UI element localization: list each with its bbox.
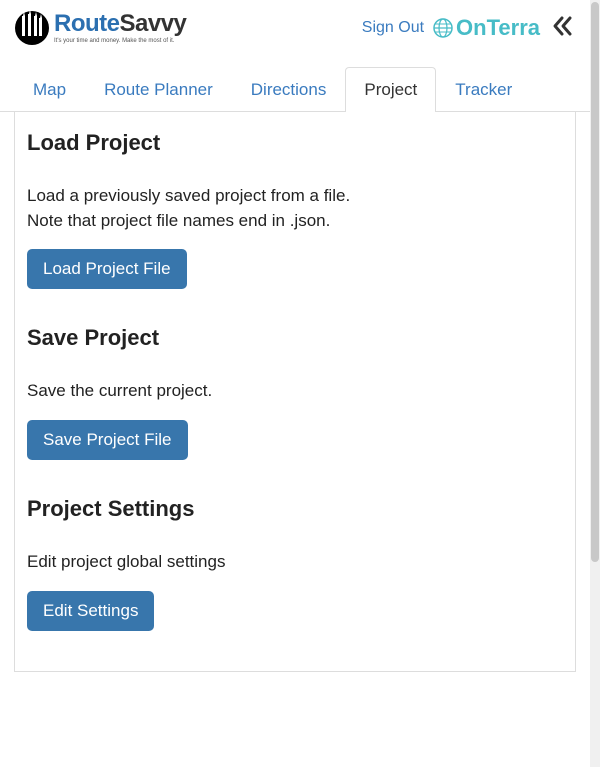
project-settings-section: Project Settings Edit project global set… [27, 496, 563, 631]
globe-icon [432, 17, 454, 39]
save-project-title: Save Project [27, 325, 563, 351]
collapse-panel-icon[interactable] [548, 12, 576, 45]
save-project-file-button[interactable]: Save Project File [27, 420, 188, 460]
app-header: RouteSavvy It's your time and money. Mak… [0, 0, 590, 50]
logo-text: RouteSavvy [54, 12, 186, 36]
onterra-logo: OnTerra [432, 15, 540, 41]
tab-route-planner[interactable]: Route Planner [85, 67, 232, 112]
routesavvy-logo-icon [14, 10, 50, 46]
save-project-description: Save the current project. [27, 379, 563, 404]
project-settings-title: Project Settings [27, 496, 563, 522]
load-project-section: Load Project Load a previously saved pro… [27, 130, 563, 289]
save-project-section: Save Project Save the current project. S… [27, 325, 563, 460]
scrollbar-track[interactable] [590, 0, 600, 767]
logo-tagline: It's your time and money. Make the most … [54, 38, 186, 44]
tab-tracker[interactable]: Tracker [436, 67, 531, 112]
scrollbar-thumb[interactable] [591, 2, 599, 562]
tab-directions[interactable]: Directions [232, 67, 346, 112]
onterra-text: OnTerra [456, 15, 540, 41]
routesavvy-logo: RouteSavvy It's your time and money. Mak… [14, 10, 186, 46]
load-project-description: Load a previously saved project from a f… [27, 184, 563, 233]
tab-map[interactable]: Map [14, 67, 85, 112]
tab-bar: Map Route Planner Directions Project Tra… [0, 66, 590, 112]
tab-project[interactable]: Project [345, 67, 436, 112]
project-settings-description: Edit project global settings [27, 550, 563, 575]
sign-out-link[interactable]: Sign Out [362, 19, 424, 37]
edit-settings-button[interactable]: Edit Settings [27, 591, 154, 631]
project-panel: Load Project Load a previously saved pro… [14, 112, 576, 672]
load-project-file-button[interactable]: Load Project File [27, 249, 187, 289]
load-project-title: Load Project [27, 130, 563, 156]
